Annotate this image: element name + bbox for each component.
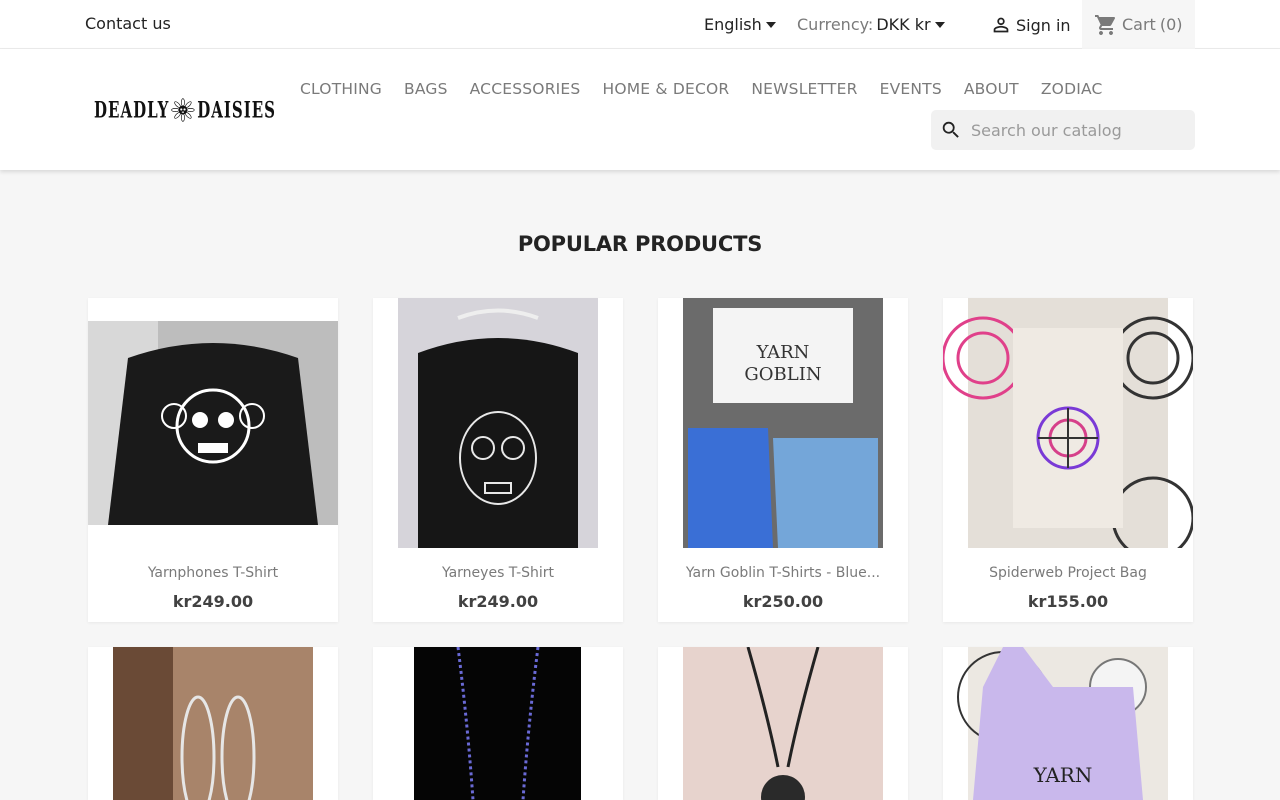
search-input[interactable] <box>971 120 1181 140</box>
logo-word-right: DAISIES <box>197 96 276 124</box>
brand-logo[interactable]: DEADLY DAISIES <box>94 86 276 134</box>
product-price: kr249.00 <box>172 592 254 611</box>
nav-accessories[interactable]: ACCESSORIES <box>470 80 581 98</box>
cart-label: Cart <box>1122 15 1156 34</box>
product-name[interactable]: Yarneyes T-Shirt <box>373 565 623 581</box>
language-selector[interactable]: English <box>704 15 776 34</box>
sign-in-link[interactable]: Sign in <box>990 14 1071 36</box>
nav-zodiac[interactable]: ZODIAC <box>1041 80 1103 98</box>
product-image[interactable] <box>658 647 908 800</box>
product-card[interactable] <box>658 647 908 800</box>
product-image[interactable] <box>943 298 1193 548</box>
product-card[interactable] <box>373 647 623 800</box>
nav-clothing[interactable]: CLOTHING <box>300 80 382 98</box>
product-image[interactable] <box>373 298 623 548</box>
product-card[interactable]: Spiderweb Project Bag kr155.00 <box>943 298 1193 622</box>
product-card[interactable] <box>88 647 338 800</box>
chevron-down-icon <box>765 21 776 28</box>
svg-text:YARN: YARN <box>1033 763 1093 787</box>
product-image[interactable] <box>88 298 338 548</box>
nav-bags[interactable]: BAGS <box>404 80 448 98</box>
nav-home-decor[interactable]: HOME & DECOR <box>602 80 729 98</box>
currency-selector[interactable]: Currency: DKK kr <box>797 15 945 34</box>
daisy-skull-icon <box>171 98 196 122</box>
product-card[interactable]: YARN <box>943 647 1193 800</box>
cart-button[interactable]: Cart (0) <box>1082 0 1195 49</box>
product-image[interactable] <box>88 647 338 800</box>
product-price: kr250.00 <box>742 592 824 611</box>
currency-value: DKK kr <box>876 15 931 34</box>
product-price: kr249.00 <box>457 592 539 611</box>
section-title: POPULAR PRODUCTS <box>517 232 763 256</box>
search-box <box>931 110 1195 150</box>
product-card[interactable]: Yarneyes T-Shirt kr249.00 <box>373 298 623 622</box>
svg-text:GOBLIN: GOBLIN <box>744 364 821 385</box>
product-image[interactable] <box>373 647 623 800</box>
top-bar: Contact us English Currency: DKK kr Sign… <box>0 0 1280 49</box>
product-image[interactable]: YARN GOBLIN <box>658 298 908 548</box>
search-icon[interactable] <box>940 119 962 141</box>
product-name[interactable]: Yarn Goblin T-Shirts - Blue... <box>658 565 908 581</box>
svg-text:YARN: YARN <box>756 342 810 363</box>
product-name[interactable]: Spiderweb Project Bag <box>943 565 1193 581</box>
product-price: kr155.00 <box>1027 592 1109 611</box>
shopping-cart-icon <box>1095 14 1116 35</box>
language-value: English <box>704 15 762 34</box>
product-card[interactable]: Yarnphones T-Shirt kr249.00 <box>88 298 338 622</box>
currency-label: Currency: <box>797 15 874 34</box>
contact-us-link[interactable]: Contact us <box>85 14 171 33</box>
nav-events[interactable]: EVENTS <box>880 80 942 98</box>
main-header: DEADLY DAISIES CLOTHING BAGS ACCESSORIES… <box>0 49 1280 170</box>
user-icon <box>993 17 1009 33</box>
sign-in-label: Sign in <box>1016 15 1071 35</box>
product-card[interactable]: YARN GOBLIN Yarn Goblin T-Shirts - Blue.… <box>658 298 908 622</box>
cart-count: (0) <box>1159 15 1183 34</box>
product-name[interactable]: Yarnphones T-Shirt <box>88 565 338 581</box>
logo-word-left: DEADLY <box>94 96 170 124</box>
product-image[interactable]: YARN <box>943 647 1193 800</box>
chevron-down-icon <box>934 21 945 28</box>
nav-about[interactable]: ABOUT <box>964 80 1019 98</box>
main-navigation: CLOTHING BAGS ACCESSORIES HOME & DECOR N… <box>300 80 1125 98</box>
nav-newsletter[interactable]: NEWSLETTER <box>751 80 857 98</box>
